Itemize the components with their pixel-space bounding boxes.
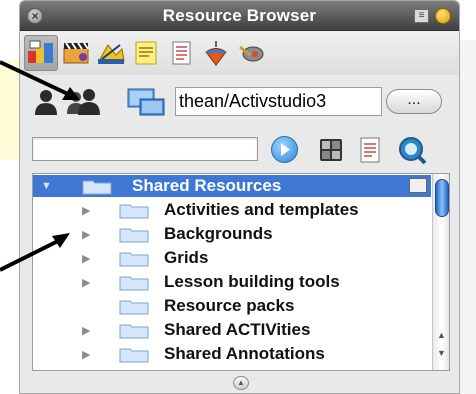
annotation-arrow-bottom <box>0 238 61 272</box>
annotation-arrows <box>0 60 80 272</box>
annotation-arrow-top <box>0 60 71 97</box>
